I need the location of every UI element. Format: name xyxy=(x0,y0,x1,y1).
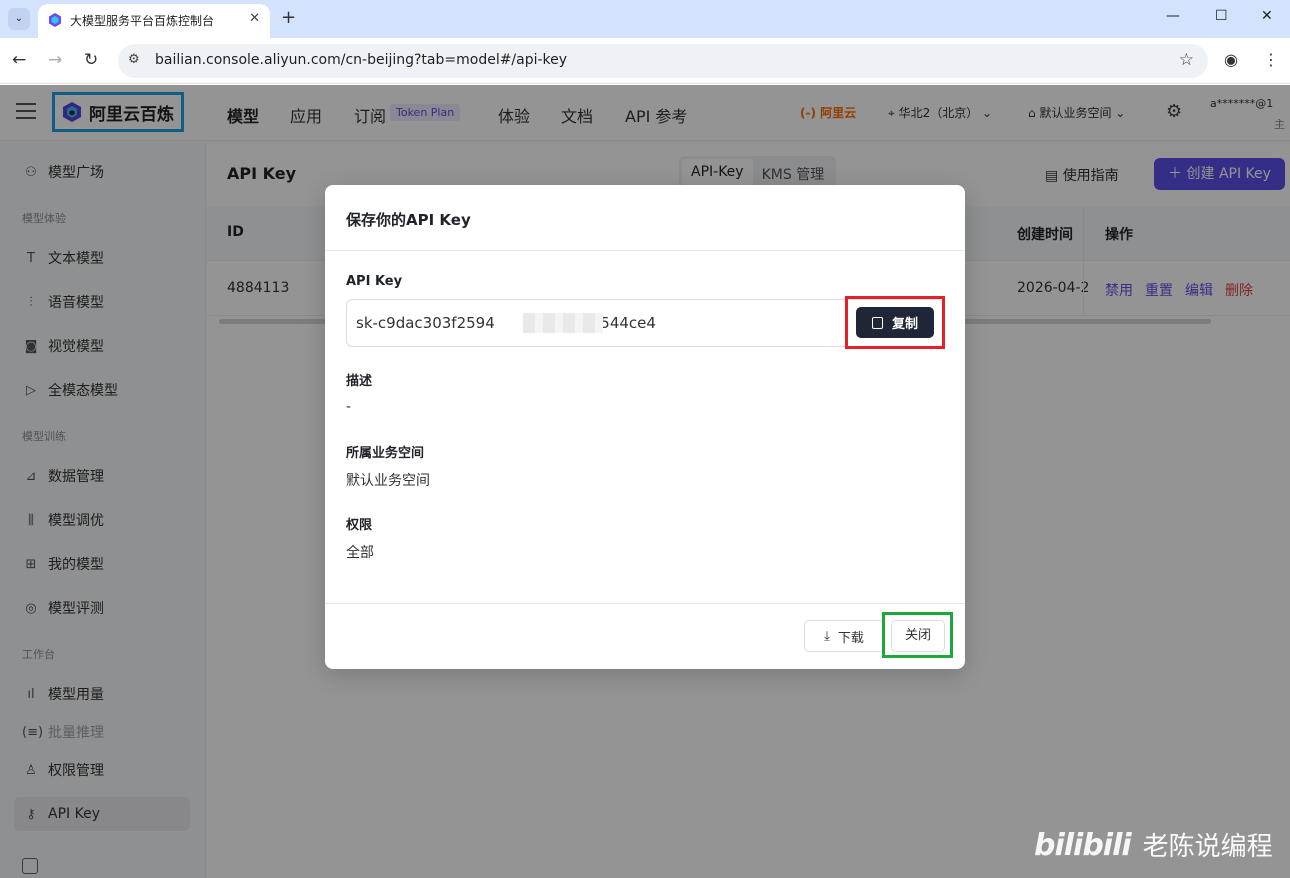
api-key-value: sk-c9dac303f2594 3544ce4 xyxy=(356,314,656,332)
close-window-icon[interactable]: ✕ xyxy=(1261,8,1273,24)
watermark: bilibili 老陈说编程 xyxy=(1034,826,1273,863)
bailian-favicon-icon xyxy=(49,13,61,27)
copy-button[interactable]: 复制 xyxy=(856,307,934,338)
tab-title: 大模型服务平台百炼控制台 xyxy=(70,14,215,28)
workspace-label: 所属业务空间 xyxy=(346,446,425,461)
browser-toolbar: ← → ↻ ⚙ bailian.console.aliyun.com/cn-be… xyxy=(0,38,1290,84)
bookmark-star-icon[interactable]: ☆ xyxy=(1179,50,1194,70)
maximize-icon[interactable]: ☐ xyxy=(1215,8,1228,24)
dialog-title: 保存你的API Key xyxy=(346,211,471,229)
api-key-label: API Key xyxy=(346,274,403,289)
permission-value: 全部 xyxy=(346,545,374,561)
footer-divider xyxy=(325,603,965,604)
download-icon: ⤓ xyxy=(824,628,830,644)
close-button[interactable]: 关闭 xyxy=(891,620,945,652)
description-label: 描述 xyxy=(346,374,373,389)
profile-icon[interactable]: ◉ xyxy=(1224,50,1238,69)
address-bar[interactable]: ⚙ bailian.console.aliyun.com/cn-beijing?… xyxy=(118,44,1208,78)
workspace-value: 默认业务空间 xyxy=(346,473,430,489)
bilibili-logo: bilibili xyxy=(1034,828,1132,863)
browser-tabstrip: ⌄ 大模型服务平台百炼控制台 ✕ + — ☐ ✕ xyxy=(0,0,1290,38)
tab-search-icon[interactable]: ⌄ xyxy=(8,8,30,30)
browser-tab[interactable]: 大模型服务平台百炼控制台 ✕ xyxy=(38,4,270,38)
download-button[interactable]: ⤓ 下载 xyxy=(804,620,884,652)
redaction-mask xyxy=(523,313,603,333)
site-info-icon[interactable]: ⚙ xyxy=(128,52,140,67)
permission-label: 权限 xyxy=(346,518,373,533)
copy-icon xyxy=(871,316,883,329)
dialog-divider xyxy=(325,250,965,251)
description-value: - xyxy=(346,399,352,415)
watermark-text: 老陈说编程 xyxy=(1142,832,1273,862)
browser-menu-icon[interactable]: ⋮ xyxy=(1263,50,1279,69)
back-icon[interactable]: ← xyxy=(12,50,26,70)
tab-close-icon[interactable]: ✕ xyxy=(249,11,260,26)
save-api-key-dialog: 保存你的API Key API Key sk-c9dac303f2594 3544… xyxy=(325,185,965,669)
reload-icon[interactable]: ↻ xyxy=(84,50,98,70)
new-tab-icon[interactable]: + xyxy=(281,7,296,28)
url-text: bailian.console.aliyun.com/cn-beijing?ta… xyxy=(155,52,568,68)
forward-icon[interactable]: → xyxy=(48,50,62,70)
minimize-icon[interactable]: — xyxy=(1166,8,1180,24)
